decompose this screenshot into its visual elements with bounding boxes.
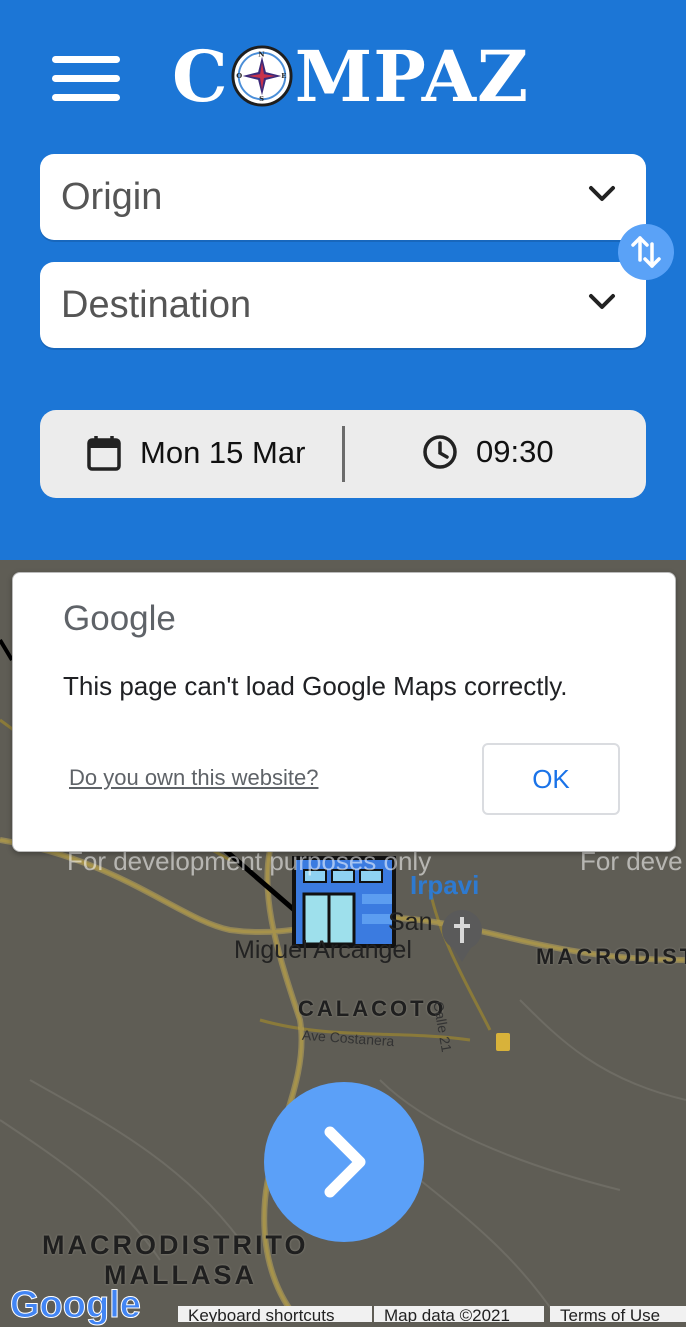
map-label-san: San [388,908,433,936]
chevron-down-icon [589,186,615,201]
origin-select[interactable]: Origin [40,154,646,240]
swap-button[interactable] [618,224,674,280]
menu-icon-line-3 [52,94,120,101]
date-time-divider [342,426,345,482]
app-logo: C N E S O MPAZ [172,34,530,118]
cemetery-pin [442,910,482,962]
time-label: 09:30 [476,434,554,469]
logo-text-mpaz: MPAZ [294,34,530,118]
origin-placeholder: Origin [61,176,163,218]
terms-of-use-link[interactable]: Terms of Use [550,1306,686,1322]
next-button[interactable] [264,1082,424,1242]
map-label-irpavi: Irpavi [410,870,480,900]
calendar-icon [87,436,121,471]
time-picker[interactable]: 09:30 [422,434,554,470]
date-picker[interactable]: Mon 15 Mar [86,434,305,472]
swap-vertical-icon [631,236,661,268]
keyboard-shortcuts-link[interactable]: Keyboard shortcuts [178,1306,372,1322]
map-label-calacoto: CALACOTO [298,996,447,1021]
google-map-branding: Google [10,1284,142,1327]
logo-text-c: C [172,34,229,118]
map-data-label: Map data ©2021 [374,1306,544,1322]
top-header: C N E S O MPAZ Origin Destination Mon 15… [0,0,686,560]
map-label-macrodistrito-right: MACRODISTRI [536,944,686,969]
ok-button[interactable]: OK [482,743,620,815]
menu-icon-line-1 [52,56,120,63]
date-time-picker: Mon 15 Mar 09:30 [40,410,646,498]
chevron-down-icon [589,294,615,309]
map-label-macrodistrito-bottom: MACRODISTRITO [42,1230,309,1260]
google-brand-text: Google [10,1284,142,1327]
destination-placeholder: Destination [61,284,252,326]
menu-button[interactable] [52,54,122,102]
menu-icon-line-2 [52,75,120,82]
compass-s: S [259,95,265,103]
maps-error-dialog: Google This page can't load Google Maps … [12,572,676,852]
compass-n: N [258,51,265,59]
bus-stop-marker [496,1033,510,1051]
compass-e: E [281,72,287,80]
date-label: Mon 15 Mar [140,435,306,470]
dialog-google-logo: Google [63,599,176,638]
compass-icon: N E S O [231,45,293,107]
dialog-message: This page can't load Google Maps correct… [63,671,568,701]
map-label-miguel-arcangel: Miguel Arcangel [234,936,412,964]
own-website-link[interactable]: Do you own this website? [69,765,318,791]
chevron-right-icon [324,1126,366,1198]
compass-o: O [236,72,243,80]
clock-icon [423,435,457,469]
destination-select[interactable]: Destination [40,262,646,348]
